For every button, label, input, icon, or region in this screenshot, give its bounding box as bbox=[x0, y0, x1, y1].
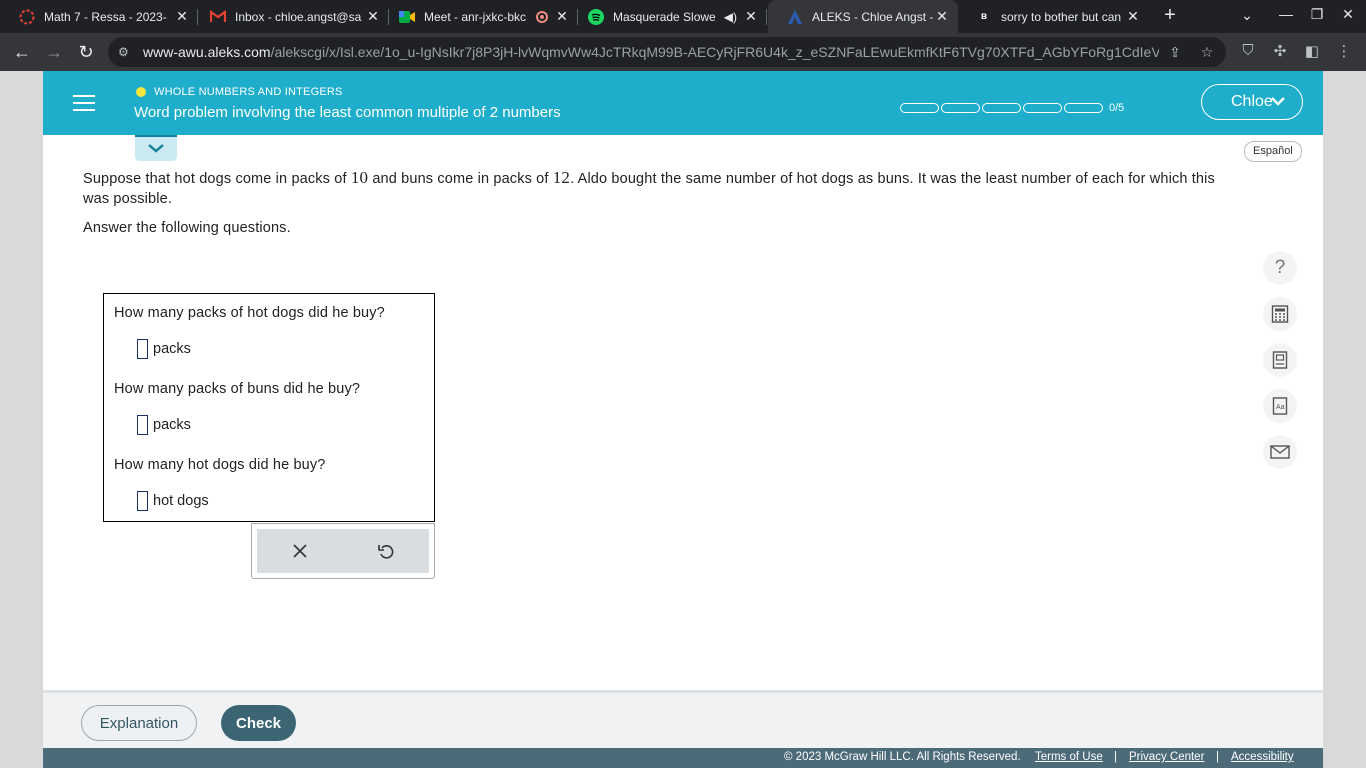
browser-toolbar: ← → ↻ ⚙ www-awu.aleks.com/alekscgi/x/Isl… bbox=[0, 33, 1366, 71]
footer-separator: | bbox=[1114, 751, 1117, 763]
progress-segment bbox=[941, 103, 980, 113]
shield-extension-icon[interactable]: ⛉ bbox=[1238, 42, 1258, 59]
answer-row-3: hot dogs bbox=[137, 491, 209, 511]
explanation-button[interactable]: Explanation bbox=[81, 705, 197, 741]
topic-header: WHOLE NUMBERS AND INTEGERS Word problem … bbox=[43, 71, 1323, 135]
browser-tab[interactable]: Math 7 - Ressa - 2023- ✕ bbox=[0, 0, 198, 33]
privacy-link[interactable]: Privacy Center bbox=[1129, 751, 1204, 763]
aleks-app: WHOLE NUMBERS AND INTEGERS Word problem … bbox=[43, 71, 1323, 768]
back-icon[interactable]: ← bbox=[12, 42, 32, 62]
chevron-down-icon bbox=[148, 144, 164, 153]
dictionary-icon[interactable]: Aa bbox=[1263, 389, 1297, 423]
bookmark-star-icon[interactable]: ☆ bbox=[1198, 44, 1216, 61]
spotify-icon bbox=[588, 8, 604, 25]
svg-text:Aa: Aa bbox=[1276, 404, 1285, 411]
close-window-icon[interactable]: ✕ bbox=[1338, 6, 1358, 23]
meet-icon bbox=[399, 9, 415, 25]
answer-input-hot-dog-packs[interactable] bbox=[137, 339, 148, 359]
question-3: How many hot dogs did he buy? bbox=[114, 457, 326, 473]
question-1: How many packs of hot dogs did he buy? bbox=[114, 305, 385, 321]
language-toggle-button[interactable]: Español bbox=[1244, 141, 1302, 162]
answer-action-bar bbox=[257, 529, 429, 573]
textbook-icon[interactable] bbox=[1263, 343, 1297, 377]
check-button[interactable]: Check bbox=[221, 705, 296, 741]
problem-statement: Suppose that hot dogs come in packs of 1… bbox=[83, 168, 1215, 207]
help-icon[interactable]: ? bbox=[1263, 251, 1297, 285]
close-tab-icon[interactable]: ✕ bbox=[743, 8, 759, 25]
brainly-icon: ʙ bbox=[980, 11, 988, 22]
side-panel-icon[interactable]: ◧ bbox=[1302, 42, 1322, 60]
progress-segment bbox=[1064, 103, 1103, 113]
chevron-down-icon bbox=[1271, 97, 1285, 106]
answer-input-hot-dogs[interactable] bbox=[137, 491, 148, 511]
recording-indicator-icon bbox=[536, 10, 548, 23]
tab-search-icon[interactable]: ⌄ bbox=[1237, 7, 1257, 24]
progress-segment bbox=[982, 103, 1021, 113]
user-name: Chloe bbox=[1231, 93, 1273, 110]
new-tab-icon[interactable]: + bbox=[1160, 5, 1180, 26]
topic-label: WHOLE NUMBERS AND INTEGERS bbox=[136, 86, 343, 98]
restore-icon[interactable]: ❐ bbox=[1307, 6, 1327, 23]
answer-action-panel bbox=[251, 523, 435, 579]
answer-input-bun-packs[interactable] bbox=[137, 415, 148, 435]
answer-row-2: packs bbox=[137, 415, 191, 435]
audio-playing-icon[interactable]: ◀) bbox=[724, 10, 737, 24]
message-icon[interactable] bbox=[1263, 435, 1297, 469]
reload-icon[interactable]: ↻ bbox=[76, 42, 96, 62]
browser-tab-strip: Math 7 - Ressa - 2023- ✕ Inbox - chloe.a… bbox=[0, 0, 1366, 33]
terms-link[interactable]: Terms of Use bbox=[1035, 751, 1103, 763]
browser-menu-icon[interactable]: ⋮ bbox=[1334, 42, 1354, 60]
site-info-icon[interactable]: ⚙ bbox=[118, 45, 134, 59]
url-text[interactable]: www-awu.aleks.com/alekscgi/x/Isl.exe/1o_… bbox=[143, 44, 1159, 60]
undo-icon[interactable] bbox=[376, 541, 396, 561]
recording-icon bbox=[19, 9, 35, 25]
progress-segment bbox=[900, 103, 939, 113]
browser-tab[interactable]: Masquerade Slowe ◀) ✕ bbox=[569, 0, 767, 33]
forward-icon[interactable]: → bbox=[44, 42, 64, 62]
action-footer: Explanation Check bbox=[43, 690, 1323, 748]
close-tab-icon[interactable]: ✕ bbox=[365, 8, 381, 25]
instruction-text: Answer the following questions. bbox=[83, 220, 291, 236]
accessibility-link[interactable]: Accessibility bbox=[1231, 751, 1294, 763]
address-bar[interactable]: ⚙ www-awu.aleks.com/alekscgi/x/Isl.exe/1… bbox=[108, 37, 1226, 67]
question-box: How many packs of hot dogs did he buy? p… bbox=[103, 293, 435, 522]
page-title: Word problem involving the least common … bbox=[134, 104, 561, 121]
clear-answer-icon[interactable] bbox=[290, 541, 310, 561]
aleks-icon bbox=[787, 9, 803, 25]
copyright-text: © 2023 McGraw Hill LLC. All Rights Reser… bbox=[784, 751, 1021, 763]
menu-icon[interactable] bbox=[73, 95, 95, 111]
close-tab-icon[interactable]: ✕ bbox=[174, 8, 190, 25]
close-tab-icon[interactable]: ✕ bbox=[1125, 8, 1141, 25]
collapse-header-button[interactable] bbox=[135, 135, 177, 161]
browser-tab[interactable]: Meet - anr-jxkc-bkc ✕ bbox=[380, 0, 578, 33]
close-tab-icon[interactable]: ✕ bbox=[934, 8, 950, 25]
close-tab-icon[interactable]: ✕ bbox=[554, 8, 570, 25]
browser-tab[interactable]: Inbox - chloe.angst@sa ✕ bbox=[191, 0, 389, 33]
footer-separator: | bbox=[1216, 751, 1219, 763]
user-menu-button[interactable]: Chloe bbox=[1201, 84, 1303, 120]
legal-footer: © 2023 McGraw Hill LLC. All Rights Reser… bbox=[43, 748, 1323, 768]
question-2: How many packs of buns did he buy? bbox=[114, 381, 361, 397]
gmail-icon bbox=[210, 9, 226, 25]
progress-bar: 0/5 bbox=[900, 102, 1124, 114]
answer-row-1: packs bbox=[137, 339, 191, 359]
topic-status-dot bbox=[136, 87, 146, 97]
calculator-icon[interactable] bbox=[1263, 297, 1297, 331]
progress-count: 0/5 bbox=[1109, 102, 1125, 114]
minimize-icon[interactable]: — bbox=[1276, 6, 1296, 22]
browser-tab[interactable]: ʙ sorry to bother but can ✕ bbox=[957, 0, 1149, 33]
progress-segment bbox=[1023, 103, 1062, 113]
extensions-puzzle-icon[interactable]: ✣ bbox=[1270, 42, 1290, 60]
share-icon[interactable]: ⇪ bbox=[1166, 44, 1184, 61]
browser-tab-active[interactable]: ALEKS - Chloe Angst - L ✕ bbox=[768, 0, 958, 33]
